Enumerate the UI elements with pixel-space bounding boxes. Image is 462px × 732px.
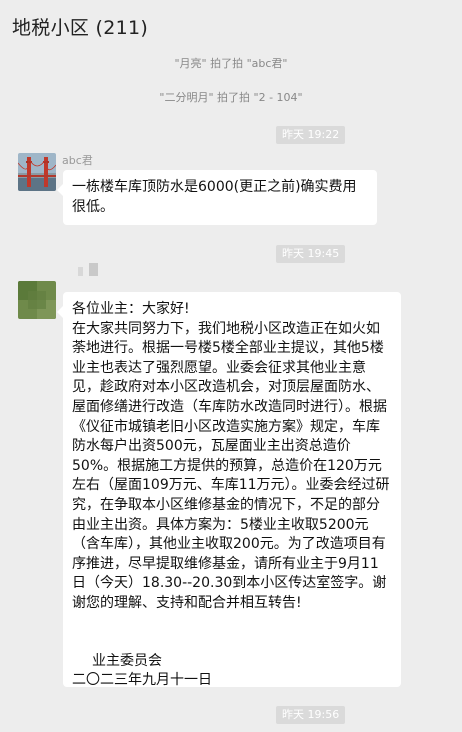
blurred-green-avatar-icon [18,281,56,319]
message-bubble[interactable]: 一栋楼车库顶防水是6000(更正之前)确实费用很低。 [57,170,377,226]
message-greeting: 各位业主：大家好! [72,301,190,317]
system-message-pat: "月亮" 拍了拍 "abc君" [174,57,288,70]
timestamp: 昨天 19:45 [276,245,346,263]
message-text: 一栋楼车库顶防水是6000(更正之前)确实费用很低。 [72,179,357,215]
sender-name: abc君 [62,154,93,167]
sender-avatar[interactable] [18,153,56,191]
chat-title: 地税小区 (211) [12,17,149,39]
golden-gate-bridge-icon [18,153,56,191]
sender-avatar[interactable] [18,281,56,319]
system-message-pat: "二分明月" 拍了拍 "2 - 104" [159,91,303,104]
timestamp: 昨天 19:56 [276,706,346,724]
chat-header: 地税小区 (211) [0,0,462,52]
message-body: 在大家共同努力下，我们地税小区改造正在如火如荼地进行。根据一号楼5楼全部业主提议… [72,320,390,611]
message-date: 二〇二三年九月十一日 [72,672,212,689]
message-bubble[interactable]: 各位业主：大家好! 在大家共同努力下，我们地税小区改造正在如火如荼地进行。根据一… [57,292,401,688]
timestamp: 昨天 19:22 [276,126,346,144]
message-signature: 业主委员会 [92,652,162,669]
sender-name-blurred [78,263,102,277]
